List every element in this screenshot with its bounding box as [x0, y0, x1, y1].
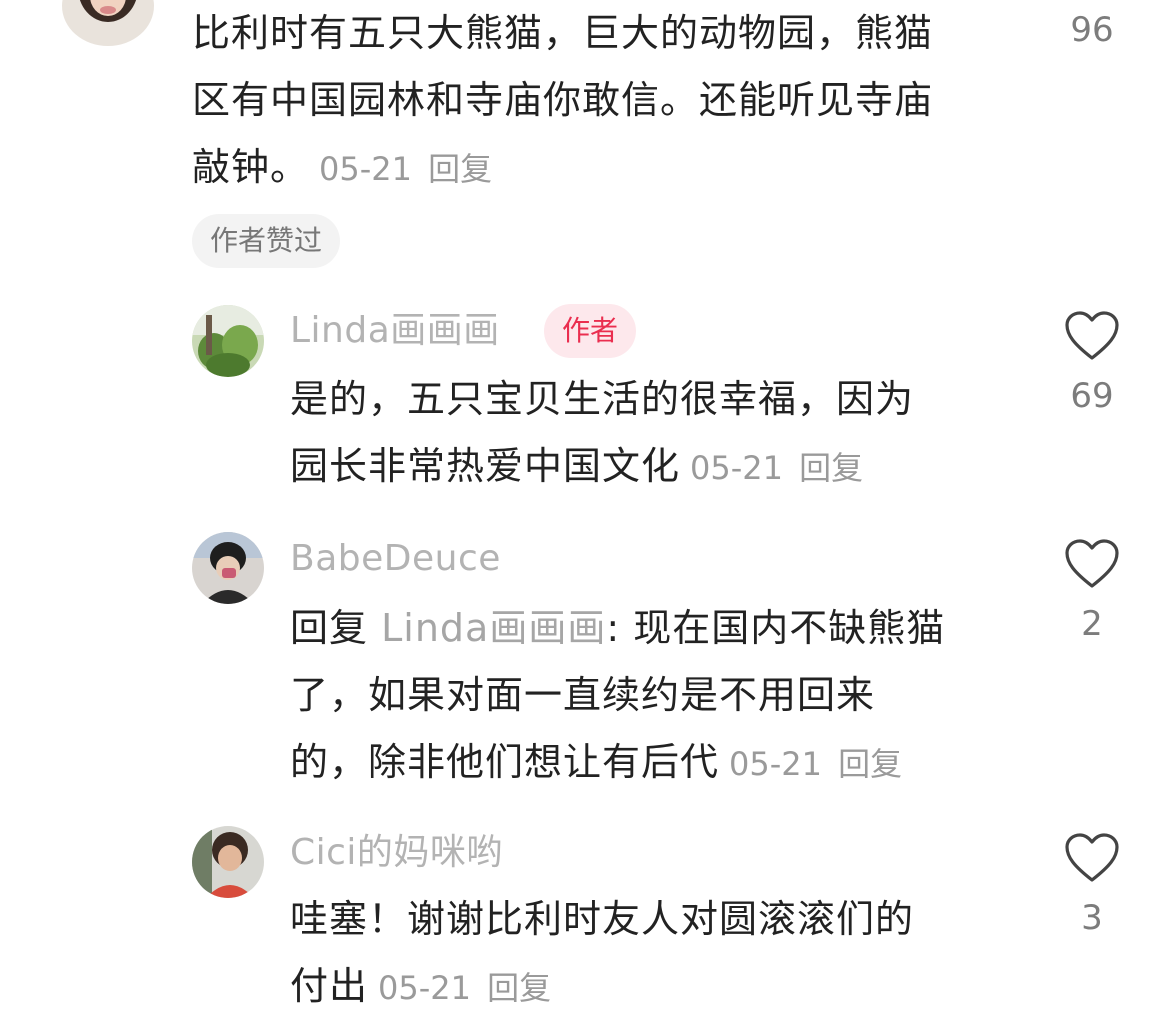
- reply-line-2: 园长非常热爱中国文化 05-21 回复: [290, 433, 1030, 502]
- comment-line-3-text: 敲钟。: [192, 145, 310, 189]
- author-liked-badge: 作者赞过: [192, 214, 341, 268]
- reply-line-2-text: 园长非常热爱中国文化: [290, 444, 681, 488]
- reply-body: 哇塞！谢谢比利时友人对圆滚滚们的 付出 05-21 回复: [290, 886, 1030, 1022]
- avatar-linda[interactable]: [192, 305, 264, 377]
- comment-meta: 05-21 回复: [319, 150, 492, 188]
- reply-date: 05-21: [378, 969, 471, 1007]
- reply-username[interactable]: Cici的妈咪哟: [290, 828, 503, 878]
- heart-outline-icon[interactable]: [1064, 310, 1120, 362]
- reply-line-2: 了，如果对面一直续约是不用回来: [290, 673, 876, 717]
- reply-to-username[interactable]: Linda画画画: [381, 606, 606, 650]
- like-count: 3: [1081, 898, 1103, 938]
- reply-line-2: 付出 05-21 回复: [290, 953, 1030, 1022]
- comment-line-2: 区有中国园林和寺庙你敢信。还能听见寺庙: [192, 78, 934, 122]
- reply-line-3: 的，除非他们想让有后代 05-21 回复: [290, 729, 1030, 798]
- reply-button[interactable]: 回复: [799, 449, 863, 487]
- reply-button[interactable]: 回复: [487, 969, 551, 1007]
- reply-line-3-text: 的，除非他们想让有后代: [290, 740, 720, 784]
- avatar-commenter[interactable]: [62, 0, 154, 46]
- reply-date: 05-21: [729, 745, 822, 783]
- reply-username[interactable]: Linda画画画: [290, 306, 500, 356]
- heart-outline-icon[interactable]: [1064, 538, 1120, 590]
- heart-outline-icon[interactable]: [1064, 832, 1120, 884]
- reply-date: 05-21: [690, 449, 783, 487]
- reply-line-1-rest: : 现在国内不缺熊猫: [606, 606, 946, 650]
- reply-meta: 05-21 回复: [378, 969, 551, 1007]
- comment-body: 比利时有五只大熊猫，巨大的动物园，熊猫 区有中国园林和寺庙你敢信。还能听见寺庙 …: [192, 0, 1022, 203]
- reply-button[interactable]: 回复: [428, 150, 492, 188]
- reply-body: 回复 Linda画画画: 现在国内不缺熊猫 了，如果对面一直续约是不用回来 的，…: [290, 595, 1030, 798]
- comment-line-1: 比利时有五只大熊猫，巨大的动物园，熊猫: [192, 11, 934, 55]
- reply-button[interactable]: 回复: [838, 745, 902, 783]
- like-count: 96: [1070, 10, 1114, 50]
- reply-line-1: 回复 Linda画画画: 现在国内不缺熊猫: [290, 595, 1030, 662]
- avatar-cici[interactable]: [192, 826, 264, 898]
- reply-line-1: 哇塞！谢谢比利时友人对圆滚滚们的: [290, 897, 915, 941]
- like-count: 69: [1070, 376, 1114, 416]
- reply-prefix: 回复: [290, 606, 369, 650]
- like-count: 2: [1081, 604, 1103, 644]
- reply-meta: 05-21 回复: [729, 745, 902, 783]
- author-tag: 作者: [544, 304, 637, 358]
- reply-line-1: 是的，五只宝贝生活的很幸福，因为: [290, 377, 915, 421]
- reply-body: 是的，五只宝贝生活的很幸福，因为 园长非常热爱中国文化 05-21 回复: [290, 366, 1030, 502]
- reply-username[interactable]: BabeDeuce: [290, 534, 501, 584]
- reply-line-2-text: 付出: [290, 964, 369, 1008]
- comment-date: 05-21: [319, 150, 412, 188]
- reply-meta: 05-21 回复: [690, 449, 863, 487]
- comment-line-3: 敲钟。 05-21 回复: [192, 134, 1022, 203]
- avatar-babedeuce[interactable]: [192, 532, 264, 604]
